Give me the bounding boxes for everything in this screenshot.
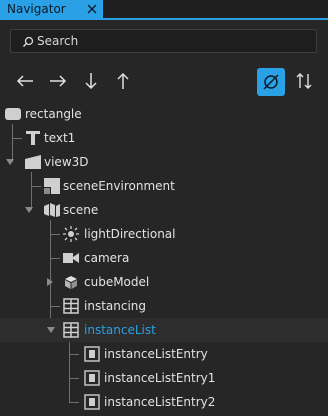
tree-row-label: instancing bbox=[84, 299, 147, 313]
tree-row-text1[interactable]: text1 bbox=[0, 126, 328, 150]
view3d-icon bbox=[25, 155, 41, 169]
text-icon bbox=[26, 131, 40, 145]
tab-title: Navigator bbox=[7, 2, 66, 16]
tree-row-cubeModel[interactable]: cubeModel bbox=[0, 270, 328, 294]
close-icon[interactable] bbox=[86, 3, 98, 15]
tree-row-instanceListEntry[interactable]: instanceListEntry bbox=[0, 342, 328, 366]
chevron-down-icon[interactable] bbox=[25, 207, 33, 213]
sort-icon bbox=[296, 73, 312, 89]
tree-row-label: sceneEnvironment bbox=[63, 179, 175, 193]
scene-icon bbox=[44, 203, 60, 217]
tree-row-instanceListEntry2[interactable]: instanceListEntry2 bbox=[0, 390, 328, 414]
move-left-button[interactable] bbox=[11, 67, 39, 95]
tree-row-sceneEnvironment[interactable]: sceneEnvironment bbox=[0, 174, 328, 198]
rectangle-icon bbox=[5, 108, 21, 120]
hide-unused-icon bbox=[263, 74, 279, 90]
arrow-right-icon bbox=[50, 75, 67, 87]
instance-entry-icon bbox=[84, 394, 100, 410]
tree-row-label: lightDirectional bbox=[84, 227, 176, 241]
move-up-button[interactable] bbox=[109, 67, 137, 95]
sort-button[interactable] bbox=[290, 67, 318, 95]
instancing-icon bbox=[63, 298, 79, 314]
tree-row-label: instanceList bbox=[84, 323, 156, 337]
tree-row-camera[interactable]: camera bbox=[0, 246, 328, 270]
tree-row-label: instanceListEntry2 bbox=[104, 395, 216, 409]
camera-icon bbox=[63, 253, 79, 263]
scene-environment-icon bbox=[44, 178, 60, 194]
chevron-down-icon[interactable] bbox=[6, 159, 14, 165]
tree-row-rectangle[interactable]: rectangle bbox=[0, 102, 328, 126]
tree-row-label: text1 bbox=[44, 131, 76, 145]
tree-row-label: scene bbox=[63, 203, 99, 217]
tab-bar: Navigator bbox=[0, 0, 328, 20]
tree-row-instanceList[interactable]: instanceList bbox=[0, 318, 328, 342]
move-right-button[interactable] bbox=[44, 67, 72, 95]
tree-row-label: camera bbox=[84, 251, 130, 265]
arrow-down-icon bbox=[85, 73, 97, 90]
tree-row-view3D[interactable]: view3D bbox=[0, 150, 328, 174]
hide-unused-toggle[interactable] bbox=[257, 68, 285, 96]
tree-row-label: cubeModel bbox=[84, 275, 150, 289]
tree-row-lightDirectional[interactable]: lightDirectional bbox=[0, 222, 328, 246]
instance-list-icon bbox=[63, 322, 79, 338]
move-down-button[interactable] bbox=[77, 67, 105, 95]
arrow-up-icon bbox=[117, 72, 129, 89]
tree-row-label: instanceListEntry bbox=[104, 347, 208, 361]
tab-navigator[interactable]: Navigator bbox=[0, 0, 103, 18]
instance-entry-icon bbox=[84, 346, 100, 362]
tree-row-instanceListEntry1[interactable]: instanceListEntry1 bbox=[0, 366, 328, 390]
tree-row-label: view3D bbox=[44, 155, 89, 169]
instance-entry-icon bbox=[84, 370, 100, 386]
tree-row-instancing[interactable]: instancing bbox=[0, 294, 328, 318]
chevron-down-icon[interactable] bbox=[47, 327, 55, 333]
chevron-right-icon[interactable] bbox=[47, 278, 53, 286]
tree-row-scene[interactable]: scene bbox=[0, 198, 328, 222]
search-box[interactable] bbox=[10, 29, 317, 53]
arrow-left-icon bbox=[16, 75, 33, 87]
tree-row-label: instanceListEntry1 bbox=[104, 371, 216, 385]
light-icon bbox=[63, 226, 79, 242]
search-icon bbox=[22, 36, 34, 48]
search-input[interactable] bbox=[37, 30, 307, 52]
tree-row-label: rectangle bbox=[25, 107, 82, 121]
model-icon bbox=[65, 276, 77, 289]
